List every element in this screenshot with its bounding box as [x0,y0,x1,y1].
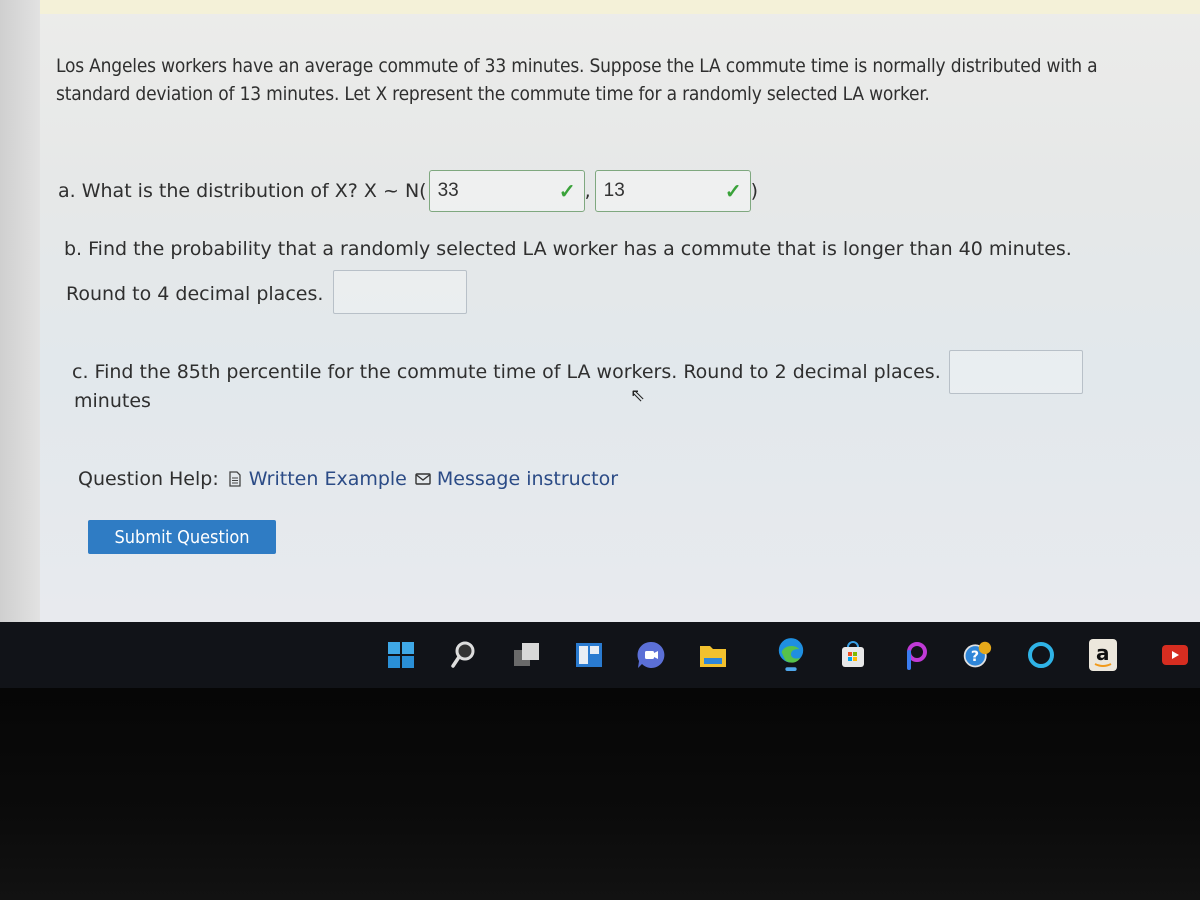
cortana-icon[interactable] [1026,640,1056,670]
part-a: a. What is the distribution of X? X ~ N(… [58,170,758,212]
task-view-icon[interactable] [512,640,542,670]
help-icon[interactable]: ? [962,640,992,670]
search-icon[interactable] [448,640,478,670]
mean-input[interactable]: 33 ✓ [428,170,585,212]
part-c-prompt: c. Find the 85th percentile for the comm… [72,361,941,383]
svg-text:?: ? [971,649,979,665]
question-help: Question Help: Written Example Message i… [78,468,618,490]
probability-input[interactable] [333,270,468,314]
document-icon [229,471,241,487]
laptop-bezel [0,688,1200,900]
edge-icon[interactable] [776,638,806,671]
widgets-icon[interactable] [574,640,604,670]
browser-screen: Los Angeles workers have an average comm… [0,0,1200,622]
amazon-icon[interactable]: a [1088,639,1118,671]
windows-start-icon[interactable] [386,640,416,670]
correct-check-icon: ✓ [558,180,576,203]
sd-input[interactable]: 13 ✓ [594,170,751,212]
sd-value: 13 [603,180,625,201]
question-content: Los Angeles workers have an average comm… [0,0,1200,622]
svg-text:a: a [1096,641,1110,665]
message-instructor-label: Message instructor [436,468,619,490]
minutes-unit: minutes [74,390,151,412]
percentile-input[interactable] [948,350,1083,394]
part-a-prompt: a. What is the distribution of X? X ~ N( [58,180,427,202]
microsoft-store-icon[interactable] [838,640,868,670]
youtube-icon[interactable] [1160,640,1190,670]
picsart-icon[interactable] [900,640,930,670]
file-explorer-icon[interactable] [698,640,728,670]
part-b-round: Round to 4 decimal places. [66,270,468,314]
envelope-icon [415,473,431,485]
comma-separator: , [584,180,591,202]
correct-check-icon: ✓ [724,180,742,203]
written-example-link[interactable]: Written Example [227,468,407,490]
part-b-round-text: Round to 4 decimal places. [66,283,324,305]
message-instructor-link[interactable]: Message instructor [415,468,618,490]
mean-value: 33 [437,180,459,201]
teams-chat-icon[interactable] [636,640,666,670]
close-paren: ) [750,180,759,202]
part-c: c. Find the 85th percentile for the comm… [72,350,1083,394]
submit-question-button[interactable]: Submit Question [88,520,276,554]
question-help-label: Question Help: [78,468,219,490]
part-b-prompt: b. Find the probability that a randomly … [64,238,1072,260]
mouse-cursor-icon: ⇖ [630,385,646,406]
written-example-label: Written Example [248,468,407,490]
problem-statement: Los Angeles workers have an average comm… [56,55,1098,105]
